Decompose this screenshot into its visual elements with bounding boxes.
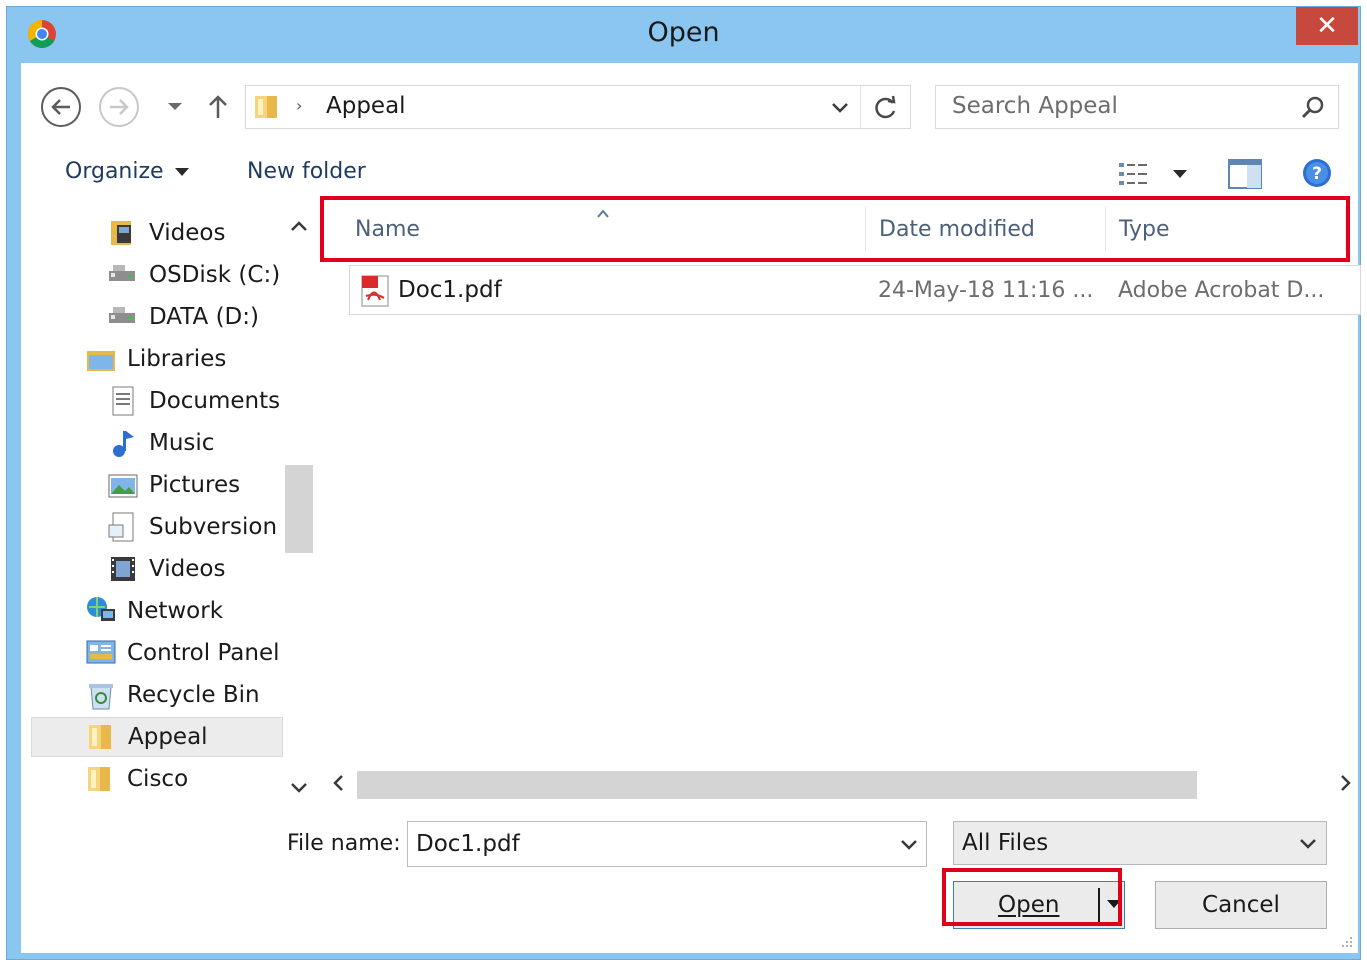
nav-item-videos[interactable]: Videos [107, 213, 225, 253]
search-box[interactable]: Search Appeal [935, 85, 1339, 129]
close-button[interactable]: ✕ [1296, 7, 1358, 45]
control-panel-icon [86, 640, 116, 664]
help-icon[interactable]: ? [1301, 157, 1333, 189]
cancel-button[interactable]: Cancel [1155, 881, 1327, 929]
nav-item-control-panel[interactable]: Control Panel [85, 633, 280, 673]
nav-item-documents[interactable]: Documents [107, 381, 280, 421]
highlight-box-file-row [320, 196, 1350, 262]
nav-item-appeal[interactable]: Appeal [31, 717, 283, 757]
highlight-box-open-button [942, 868, 1122, 926]
nav-item-label: Documents [149, 388, 281, 414]
nav-item-osdisk-c[interactable]: OSDisk (C:) [107, 255, 280, 295]
chevron-down-icon [1300, 839, 1316, 849]
nav-item-label: Videos [149, 220, 226, 246]
address-bar[interactable]: › Appeal [245, 85, 911, 129]
nav-item-recycle-bin[interactable]: Recycle Bin [85, 675, 260, 715]
svg-text:?: ? [1312, 164, 1322, 184]
folder-icon [88, 767, 110, 791]
music-icon [113, 431, 134, 457]
file-name: Doc1.pdf [398, 277, 502, 303]
nav-item-label: Subversion [149, 514, 278, 540]
chevron-right-icon[interactable] [1333, 771, 1357, 795]
open-dialog: Open ✕ › Appeal Search Appeal Organize N… [6, 6, 1361, 960]
breadcrumb-current-folder[interactable]: Appeal [326, 93, 406, 119]
subversion-icon [108, 512, 134, 542]
forward-button[interactable] [99, 87, 139, 127]
nav-item-libraries[interactable]: Libraries [85, 339, 226, 379]
back-arrow-icon [51, 99, 70, 115]
pictures-icon [108, 474, 138, 498]
up-button[interactable] [201, 87, 235, 127]
title-bar[interactable]: Open ✕ [7, 7, 1360, 61]
refresh-icon[interactable] [870, 92, 902, 124]
view-options-icon[interactable] [1117, 159, 1151, 189]
nav-item-cisco[interactable]: Cisco [85, 759, 188, 799]
organize-button[interactable]: Organize [65, 159, 190, 184]
folder-icon [89, 725, 111, 749]
chevron-down-icon[interactable] [828, 96, 852, 120]
forward-arrow-icon [110, 99, 129, 115]
nav-item-label: Pictures [149, 472, 241, 498]
documents-icon [112, 386, 134, 416]
nav-item-data-d[interactable]: DATA (D:) [107, 297, 259, 337]
new-folder-button[interactable]: New folder [247, 159, 366, 184]
navigation-pane: Videos OSDisk (C:) DATA (D:) Libraries Docum… [21, 207, 321, 809]
nav-item-label: Network [127, 598, 224, 624]
folder-icon [255, 96, 277, 118]
nav-item-label: DATA (D:) [149, 304, 259, 330]
command-toolbar: Organize New folder ? [21, 149, 1358, 199]
chevron-down-icon [168, 103, 182, 110]
nav-scrollbar-thumb[interactable] [285, 465, 313, 553]
window-title: Open [647, 17, 720, 48]
file-date-modified: 24-May-18 11:16 ... [878, 278, 1094, 303]
search-icon[interactable] [1300, 95, 1326, 121]
chevron-down-icon [174, 167, 189, 176]
organize-label: Organize [65, 159, 164, 184]
file-type: Adobe Acrobat D... [1118, 278, 1325, 303]
nav-item-label: OSDisk (C:) [149, 262, 281, 288]
nav-item-network[interactable]: Network [85, 591, 223, 631]
horizontal-scrollbar-thumb[interactable] [357, 771, 1197, 799]
file-list: Name Date modified Type Doc1.pdf 24-May-… [339, 207, 1361, 807]
breadcrumb-separator[interactable]: › [296, 96, 302, 115]
videos-icon [111, 557, 135, 581]
nav-item-pictures[interactable]: Pictures [107, 465, 240, 505]
videos-folder-icon [111, 221, 131, 245]
preview-pane-icon[interactable] [1227, 157, 1263, 191]
chevron-left-icon[interactable] [327, 771, 351, 795]
nav-item-label: Control Panel [127, 640, 280, 666]
file-type-selected: All Files [962, 830, 1049, 856]
close-icon: ✕ [1316, 11, 1338, 41]
file-row[interactable]: Doc1.pdf 24-May-18 11:16 ... Adobe Acrob… [349, 265, 1361, 315]
file-type-select[interactable]: All Files [953, 821, 1327, 865]
chevron-down-icon[interactable] [1169, 163, 1191, 185]
pdf-file-icon [361, 275, 389, 307]
back-button[interactable] [41, 87, 81, 127]
drive-icon [109, 307, 135, 323]
chevron-down-icon[interactable] [897, 833, 921, 857]
network-icon [87, 597, 115, 621]
nav-item-label: Music [149, 430, 215, 456]
nav-item-label: Cisco [127, 766, 189, 792]
resize-grip-icon[interactable] [1338, 933, 1354, 949]
search-placeholder: Search Appeal [952, 93, 1118, 119]
nav-item-label: Libraries [127, 346, 227, 372]
chevron-down-icon[interactable] [287, 775, 311, 799]
nav-item-label: Appeal [128, 724, 208, 750]
file-name-input[interactable] [407, 821, 927, 867]
libraries-icon [87, 351, 115, 371]
nav-item-subversion[interactable]: Subversion [107, 507, 277, 547]
up-arrow-icon [209, 95, 227, 118]
recycle-bin-icon [89, 684, 113, 710]
nav-item-label: Recycle Bin [127, 682, 260, 708]
nav-item-label: Videos [149, 556, 226, 582]
address-divider [860, 86, 861, 128]
file-name-label: File name: [287, 831, 401, 856]
nav-item-videos[interactable]: Videos [107, 549, 225, 589]
nav-item-music[interactable]: Music [107, 423, 214, 463]
chevron-up-icon[interactable] [287, 215, 311, 239]
recent-locations-button[interactable] [161, 93, 189, 121]
drive-icon [109, 265, 135, 281]
